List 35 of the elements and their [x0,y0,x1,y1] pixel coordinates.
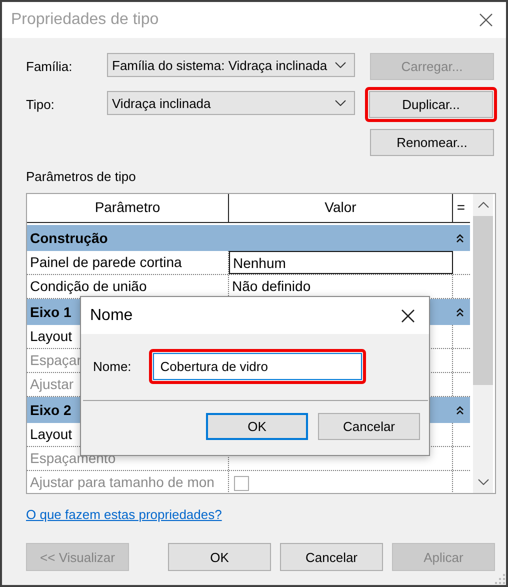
close-icon[interactable] [479,13,493,27]
table-cell: Painel de parede cortina [27,251,229,274]
dialog-title: Nome [90,306,133,324]
scroll-thumb[interactable] [473,216,493,385]
dropdown[interactable]: Vidraça inclinada [107,91,355,115]
field-label: Família: [26,59,74,74]
chevron-down-icon [335,62,346,68]
button[interactable]: Cancelar [280,543,383,571]
column-header[interactable]: = [453,194,469,222]
button[interactable]: OK [168,543,271,571]
field-label: Tipo: [26,97,56,112]
group-header[interactable]: Construção [27,225,470,251]
button[interactable]: Cancelar [318,413,420,440]
dropdown[interactable]: Família do sistema: Vidraça inclinada [107,53,355,77]
collapse-icon[interactable] [456,406,464,414]
collapse-icon[interactable] [456,308,464,316]
scroll-down-icon[interactable] [478,479,488,485]
resize-grip-icon[interactable] [493,572,505,584]
close-icon[interactable] [401,308,415,322]
scrollbar[interactable] [473,194,493,493]
help-link[interactable]: O que fazem estas propriedades? [26,507,222,522]
button[interactable]: Duplicar... [369,91,493,118]
table-cell: Ajustar para tamanho de mon [27,471,229,493]
button[interactable]: OK [206,413,308,440]
window-title: Propriedades de tipo [11,11,159,29]
button[interactable]: Renomear... [370,129,494,156]
input-field[interactable]: Cobertura de vidro [153,353,362,380]
table-cell[interactable]: Nenhum [229,251,453,274]
chevron-down-icon [335,100,346,106]
section-label: Parâmetros de tipo [26,169,137,186]
scroll-up-icon[interactable] [478,202,488,208]
column-header[interactable]: Parâmetro [27,194,229,222]
field-label: Nome: [93,359,132,374]
column-header[interactable]: Valor [229,194,453,222]
collapse-icon[interactable] [456,234,464,242]
